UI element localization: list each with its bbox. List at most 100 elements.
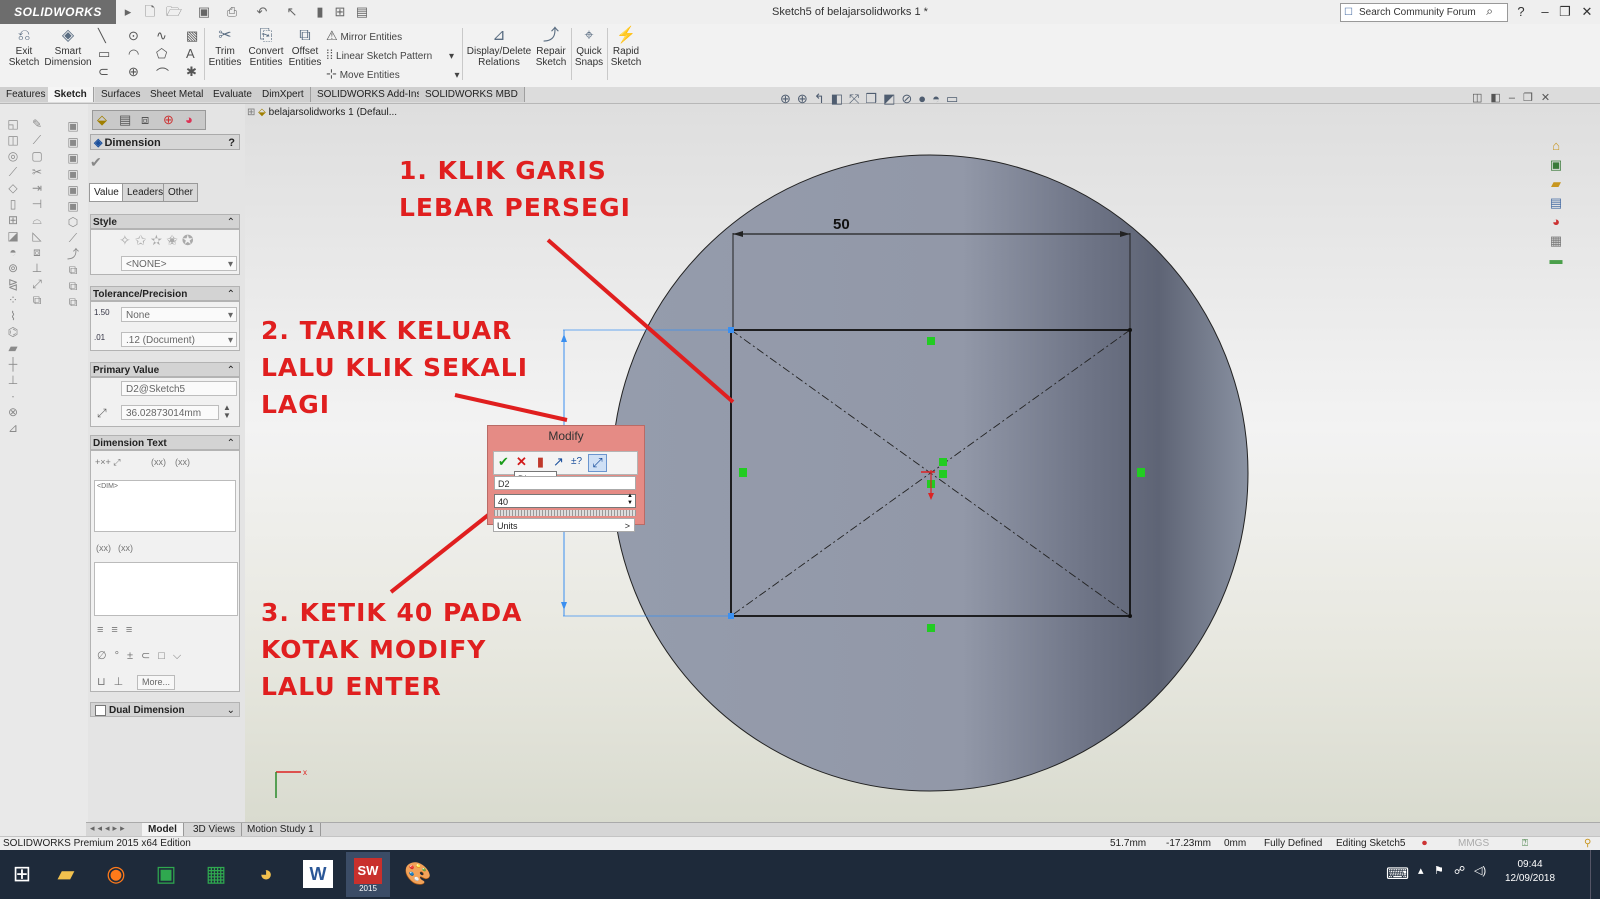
show-desktop-button[interactable] [1590, 850, 1591, 899]
property-manager-tab-icon[interactable]: ▤ [119, 112, 131, 128]
dimxpert-tab-icon[interactable]: ⊕ [163, 112, 174, 128]
solidworks-logo[interactable]: SOLIDWORKS [0, 0, 116, 24]
view-12-icon[interactable]: ⧉ [64, 294, 82, 310]
mirror-entities-button[interactable]: ⚠ Mirror Entities [326, 28, 402, 44]
parenthesis-xx-2[interactable]: (xx) [175, 457, 190, 467]
view-10-icon[interactable]: ⧉ [64, 262, 82, 278]
view-1-icon[interactable]: ▣ [64, 118, 82, 134]
help-icon[interactable]: ? [1512, 3, 1530, 21]
reset-button-icon[interactable]: ↗ [550, 454, 567, 470]
file-properties-icon[interactable]: ⊞ [332, 4, 348, 20]
dimension-name-field[interactable]: D2@Sketch5 [121, 381, 237, 396]
sketch-icon[interactable]: ✎ [28, 116, 46, 132]
dynamic-annotation-icon[interactable]: ⤧ [849, 91, 865, 106]
collapse-icon[interactable]: ⌃ [227, 287, 235, 302]
measure-icon[interactable]: ⊿ [4, 420, 22, 436]
parenthesis-xx-4[interactable]: (xx) [118, 543, 133, 553]
scene-icon[interactable]: ◓ [932, 91, 946, 106]
mirror-tool-icon[interactable]: ⧎ [4, 276, 22, 292]
regenerate-icon[interactable]: ⤢ [588, 454, 607, 472]
restore-icon[interactable]: ❐ [1556, 3, 1574, 21]
smart-dimension-button[interactable]: ◈ Smart Dimension [44, 26, 92, 82]
collapse-icon[interactable]: ⌃ [227, 436, 235, 451]
trim-tool-icon[interactable]: ✂ [28, 164, 46, 180]
viewport-minimize-icon[interactable]: – [1509, 92, 1523, 104]
more-button[interactable]: More... [137, 675, 175, 690]
relation-tool-icon[interactable]: ⊥ [28, 260, 46, 276]
spin-icon[interactable]: ▲ ▼ [627, 493, 633, 507]
units-menu[interactable]: Units > [493, 518, 635, 532]
collapse-icon[interactable]: ⌃ [227, 215, 235, 230]
tolerance-header[interactable]: Tolerance/Precision ⌃ [90, 286, 240, 301]
hide-show-icon[interactable]: ⊘ [901, 91, 918, 106]
text-icon[interactable]: A [186, 46, 195, 61]
arc-icon[interactable]: ◠ [128, 46, 139, 62]
coincident-relation-icon[interactable] [939, 470, 947, 478]
file-explorer-icon[interactable]: ▰ [44, 856, 88, 892]
display-style-icon[interactable]: ◩ [883, 91, 901, 106]
dimension-50-label[interactable]: 50 [833, 216, 850, 233]
rectangle-icon[interactable]: ▭ [98, 46, 110, 62]
polygon-icon[interactable]: ⬠ [156, 46, 167, 62]
rect-tool-icon[interactable]: ▢ [28, 148, 46, 164]
expand-icon[interactable]: ⌄ [227, 703, 235, 718]
zoom-area-icon[interactable]: ⊕ [797, 91, 814, 106]
appearance-edit-icon[interactable]: ● [918, 91, 932, 106]
pattern-tool-icon[interactable]: ⁘ [4, 292, 22, 308]
graphics-area[interactable]: x ⊞ ⬙ belajarsolidworks 1 (Defaul... 50 … [245, 104, 1600, 822]
dimension-text-header[interactable]: Dimension Text ⌃ [90, 435, 240, 450]
view-7-icon[interactable]: ⬡ [64, 214, 82, 230]
view-6-icon[interactable]: ▣ [64, 198, 82, 214]
tab-dimxpert[interactable]: DimXpert [256, 87, 311, 102]
style-header[interactable]: Style ⌃ [90, 214, 240, 229]
previous-view-icon[interactable]: ↰ [814, 91, 831, 106]
tab-features[interactable]: Features [0, 87, 53, 102]
open-file-icon[interactable]: 🗁 [166, 4, 182, 20]
viewport-split-icon[interactable]: ◧ [1490, 92, 1508, 104]
tab-sketch[interactable]: Sketch [48, 87, 94, 102]
view-orientation-icon[interactable]: ❒ [865, 91, 883, 106]
store-icon[interactable]: ▣ [144, 856, 188, 892]
chamfer-icon[interactable]: ◺ [28, 228, 46, 244]
convert-entities-button[interactable]: ⎘ Convert Entities [246, 26, 286, 82]
spin-icon[interactable]: ▲ ▼ [223, 404, 231, 420]
helix-icon[interactable]: ⌬ [4, 324, 22, 340]
configuration-tab-icon[interactable]: ⧈ [141, 112, 149, 128]
point-icon[interactable]: ⊕ [128, 64, 139, 80]
feature-tree-flyout[interactable]: ⊞ ⬙ belajarsolidworks 1 (Defaul... [247, 107, 397, 118]
horizontal-relation-icon[interactable] [927, 337, 935, 345]
help-status-icon[interactable]: ⍰ [1522, 837, 1528, 851]
coordinate-icon[interactable]: ⊥ [4, 372, 22, 388]
offset-tool-icon[interactable]: ⧈ [28, 244, 46, 260]
paint-icon[interactable]: 🎨 [396, 856, 440, 892]
clock[interactable]: 09:44 12/09/2018 [1500, 858, 1560, 886]
axis-icon[interactable]: ┼ [4, 356, 22, 372]
slot-icon[interactable]: ⊂ [98, 64, 109, 80]
tab-scroll-icons[interactable]: ◂◂◂▸▸ [90, 823, 128, 834]
tray-arrow-icon[interactable]: ▴ [1418, 864, 1424, 877]
tab-mbd[interactable]: SOLIDWORKS MBD [419, 87, 525, 102]
wall-icon[interactable]: ◱ [4, 116, 22, 132]
box-icon[interactable]: ◫ [4, 132, 22, 148]
corner-handle-top-left[interactable] [728, 327, 734, 333]
sweep-icon[interactable]: ⟋ [4, 164, 22, 180]
expand-tree-icon[interactable]: ⊞ [247, 107, 255, 118]
cylinder-icon[interactable]: ◎ [4, 148, 22, 164]
linear-sketch-pattern-button[interactable]: ⁞⁞ Linear Sketch Pattern ▾ [326, 47, 454, 62]
justify-icon[interactable]: +×+ ⤢ [95, 457, 120, 468]
display-delete-relations-button[interactable]: ⊿ Display/Delete Relations [466, 26, 532, 82]
coincident-relation-icon[interactable] [939, 458, 947, 466]
precision-select[interactable]: .12 (Document) ▾ [121, 332, 237, 347]
properties-icon[interactable]: ▦ [1547, 231, 1565, 250]
corner-handle-bottom-left[interactable] [728, 613, 734, 619]
volume-icon[interactable]: ◁) [1474, 864, 1486, 877]
view-8-icon[interactable]: ⟋ [64, 230, 82, 246]
vertical-relation-icon[interactable] [739, 468, 747, 477]
extend-icon[interactable]: ⇥ [28, 180, 46, 196]
draft-icon[interactable]: ◪ [4, 228, 22, 244]
curve-icon[interactable]: ⌇ [4, 308, 22, 324]
hole-icon[interactable]: ⊚ [4, 260, 22, 276]
tab-leaders[interactable]: Leaders [122, 183, 169, 202]
calculator-icon[interactable]: ▦ [194, 856, 238, 892]
keyboard-icon[interactable]: ⌨ [1386, 864, 1409, 884]
